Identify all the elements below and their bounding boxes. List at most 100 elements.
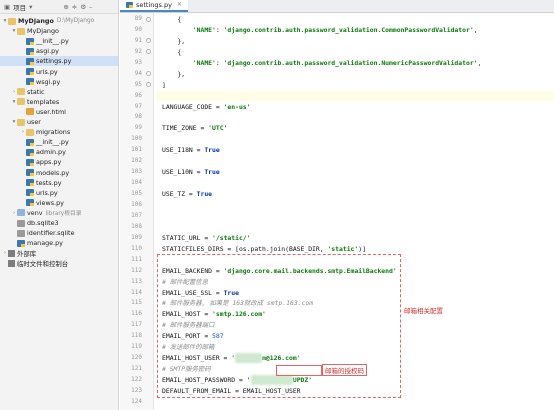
- target-icon[interactable]: ⊕: [63, 3, 68, 11]
- password-highlight: [276, 365, 322, 376]
- tree-item[interactable]: views.py: [0, 198, 118, 208]
- tree-item-label: wsgi.py: [36, 77, 61, 86]
- line-number: 114: [131, 288, 142, 296]
- tree-item[interactable]: wsgi.py: [0, 77, 118, 87]
- tree-item[interactable]: identifier.sqlite: [0, 228, 118, 238]
- folder-icon: [17, 27, 25, 35]
- py-icon: [26, 189, 34, 197]
- code-line: [156, 90, 554, 101]
- line-number: 121: [131, 365, 142, 373]
- tree-item[interactable]: ▾ MyDjango D:\MyDjango: [0, 16, 118, 26]
- line-number: 105: [131, 190, 142, 198]
- tree-item-label: manage.py: [27, 239, 63, 248]
- tree-item[interactable]: apps.py: [0, 157, 118, 167]
- tree-item[interactable]: db.sqlite3: [0, 218, 118, 228]
- folder-icon: ▣: [4, 2, 11, 11]
- close-icon[interactable]: ✕: [177, 1, 182, 8]
- line-number: 89: [134, 15, 142, 22]
- py-icon: [26, 148, 34, 156]
- project-toolbar: ▣ 项目 ▾ ⊕ ≑ ⚙ –: [0, 0, 118, 14]
- line-number: 94: [134, 69, 142, 77]
- fold-icon[interactable]: [146, 38, 151, 44]
- project-panel: ▣ 项目 ▾ ⊕ ≑ ⚙ – ▾ MyDjango D:\MyDjango ▾ MyDj…: [0, 0, 119, 410]
- fold-icon[interactable]: [146, 16, 151, 22]
- tree-item[interactable]: settings.py: [0, 56, 118, 67]
- tree-item[interactable]: ▾ templates: [0, 97, 118, 107]
- code-line: 'NAME': 'django.contrib.auth.password_va…: [192, 58, 482, 67]
- tree-item[interactable]: › 外部库: [0, 248, 118, 258]
- code-line: USE_I18N = True: [162, 146, 220, 155]
- chevron-down-icon[interactable]: ▾: [29, 3, 32, 11]
- line-number: 115: [131, 299, 142, 307]
- tree-item-label: MyDjango: [18, 17, 54, 25]
- tree-item[interactable]: user.html: [0, 107, 118, 117]
- line-number: 93: [134, 58, 142, 66]
- line-number: 101: [131, 146, 142, 154]
- py-icon: [26, 57, 34, 65]
- tree-item-label: venv: [27, 208, 43, 217]
- tab-bar: settings.py ✕: [120, 0, 554, 13]
- tree-item-label: __init__.py: [36, 138, 69, 147]
- tree-item-label: views.py: [36, 198, 64, 207]
- tree-item[interactable]: › static: [0, 87, 118, 97]
- code-line: },: [162, 36, 186, 45]
- line-number: 92: [134, 47, 142, 55]
- tree-item[interactable]: manage.py: [0, 238, 118, 248]
- tree-item[interactable]: urls.py: [0, 67, 118, 77]
- py-icon: [26, 68, 34, 75]
- line-number: 98: [134, 113, 142, 121]
- tree-item-label: templates: [27, 97, 60, 106]
- code-line: STATIC_URL = '/static/': [162, 233, 251, 242]
- line-number: 123: [131, 386, 142, 394]
- py-icon: [26, 199, 34, 207]
- tree-item-hint: library根目录: [45, 211, 82, 218]
- line-number: 119: [131, 343, 142, 351]
- tree-item-label: urls.py: [36, 67, 58, 76]
- folder-icon: [17, 98, 25, 106]
- tree-item[interactable]: › venv library根目录: [0, 208, 118, 218]
- tree-item[interactable]: 临时文件和控制台: [0, 258, 118, 268]
- fold-icon[interactable]: [146, 82, 151, 88]
- tree-item-label: apps.py: [36, 158, 62, 167]
- py-icon: [26, 78, 34, 86]
- project-view-selector[interactable]: 项目: [13, 2, 26, 12]
- gear-icon[interactable]: ⚙: [80, 3, 86, 11]
- line-number: 91: [134, 36, 142, 44]
- tree-item[interactable]: models.py: [0, 168, 118, 178]
- tree-item-label: static: [27, 87, 45, 96]
- code-line: STATICFILES_DIRS = [os.path.join(BASE_DI…: [162, 244, 366, 253]
- tree-item-hint: D:\MyDjango: [56, 18, 95, 24]
- line-number: 120: [131, 354, 142, 362]
- tree-item[interactable]: admin.py: [0, 147, 118, 157]
- code-line: USE_L10N = True: [162, 168, 220, 177]
- tree-item[interactable]: › migrations: [0, 127, 118, 137]
- line-number: 111: [131, 255, 142, 263]
- py-icon: [26, 158, 34, 166]
- minimize-icon[interactable]: –: [89, 3, 92, 11]
- tree-item[interactable]: ▾ user: [0, 117, 118, 127]
- tree-item[interactable]: asgi.py: [0, 46, 118, 56]
- line-number: 102: [131, 157, 142, 165]
- code-line: {: [162, 15, 182, 23]
- tree-item[interactable]: urls.py: [0, 188, 118, 198]
- line-number: 90: [134, 25, 142, 33]
- tree-item[interactable]: __init__.py: [0, 137, 118, 147]
- tree-item[interactable]: ▾ MyDjango: [0, 26, 118, 36]
- tab-settings[interactable]: settings.py ✕: [120, 0, 188, 12]
- tab-label: settings.py: [136, 0, 172, 9]
- collapse-icon[interactable]: ≑: [72, 3, 77, 11]
- line-number: 103: [131, 168, 142, 176]
- tree-item-label: __init__.py: [36, 37, 69, 46]
- line-number: 118: [131, 332, 142, 340]
- line-number: 116: [131, 310, 142, 318]
- line-number: 100: [131, 135, 142, 143]
- line-number: 97: [134, 102, 142, 110]
- tree-item[interactable]: __init__.py: [0, 36, 118, 46]
- db-icon: [17, 219, 25, 227]
- line-number: 113: [131, 277, 142, 285]
- tree-item[interactable]: tests.py: [0, 178, 118, 188]
- fold-icon[interactable]: [146, 71, 151, 77]
- tree-item-label: user: [27, 118, 41, 126]
- line-number: 108: [131, 222, 142, 230]
- fold-icon[interactable]: [146, 49, 151, 55]
